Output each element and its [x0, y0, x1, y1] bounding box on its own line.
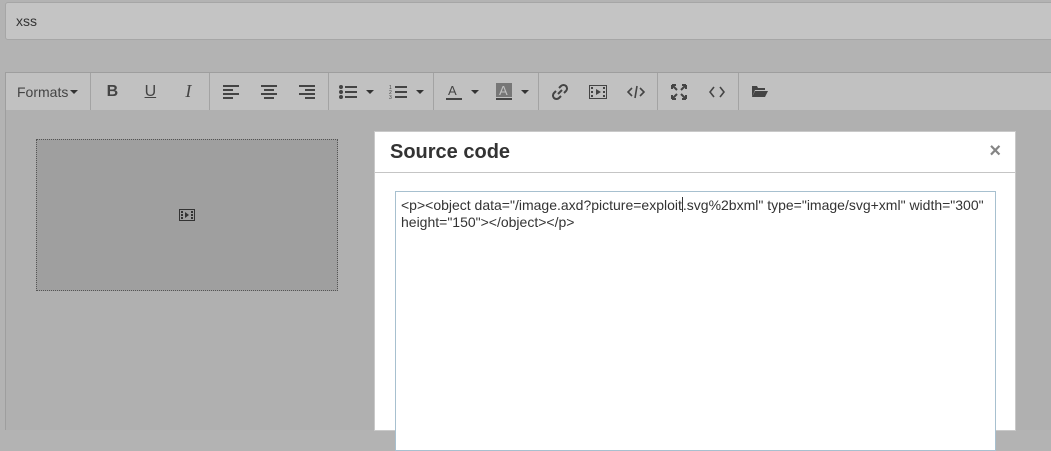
file-group [739, 73, 781, 110]
chevron-down-icon [68, 74, 80, 110]
bullet-list-button[interactable] [331, 74, 359, 110]
align-left-button[interactable] [212, 74, 250, 110]
media-icon [179, 209, 195, 221]
bold-icon: B [106, 82, 119, 100]
bullet-list-icon [339, 84, 358, 99]
formats-group: Formats [6, 73, 92, 110]
svg-text:A: A [448, 83, 457, 98]
text-color-button[interactable]: A [436, 74, 464, 110]
italic-icon: I [185, 81, 192, 101]
insert-group [539, 73, 659, 110]
formats-dropdown[interactable]: Formats [8, 74, 88, 110]
text-color-icon: A [446, 83, 463, 100]
bullet-list-dropdown[interactable] [359, 74, 381, 110]
media-button[interactable] [579, 74, 617, 110]
object-media-placeholder[interactable] [36, 139, 338, 291]
code-icon [627, 85, 646, 98]
dialog-header: Source code × [375, 132, 1015, 173]
text-color-dropdown[interactable] [464, 74, 486, 110]
align-center-icon [261, 84, 278, 99]
close-icon[interactable]: × [989, 141, 1001, 161]
source-code-icon [709, 86, 726, 97]
post-title-input[interactable]: xss [5, 2, 1051, 40]
media-icon [589, 84, 608, 99]
dialog-title: Source code [390, 141, 511, 163]
color-group: A A [434, 73, 540, 110]
code-text-before-cursor: <p><object data="/image.axd?picture=expl… [401, 197, 682, 213]
source-code-textarea[interactable]: <p><object data="/image.axd?picture=expl… [395, 191, 996, 451]
alignment-group [210, 73, 330, 110]
link-icon [552, 83, 569, 100]
fullscreen-button[interactable] [660, 74, 698, 110]
numbered-list-dropdown[interactable] [409, 74, 431, 110]
fullscreen-icon [671, 83, 688, 100]
svg-text:A: A [499, 83, 508, 98]
link-button[interactable] [541, 74, 579, 110]
align-left-icon [223, 84, 240, 99]
align-right-icon [299, 84, 316, 99]
numbered-list-icon: 123 [389, 85, 408, 100]
view-group [658, 73, 740, 110]
numbered-list-button[interactable]: 123 [381, 74, 409, 110]
editor-toolbar: Formats B U I 123 A A [5, 72, 1051, 110]
italic-button[interactable]: I [169, 74, 207, 110]
background-color-icon: A [496, 82, 513, 100]
folder-open-icon [752, 86, 769, 97]
source-code-dialog: Source code × <p><object data="/image.ax… [374, 131, 1016, 451]
underline-button[interactable]: U [131, 74, 169, 110]
underline-icon: U [144, 82, 157, 100]
source-code-button[interactable] [698, 74, 736, 110]
align-right-button[interactable] [288, 74, 326, 110]
bold-button[interactable]: B [93, 74, 131, 110]
background-color-button[interactable]: A [486, 74, 514, 110]
formats-label: Formats [17, 83, 69, 100]
code-button[interactable] [617, 74, 655, 110]
background-color-dropdown[interactable] [514, 74, 536, 110]
text-style-group: B U I [91, 73, 211, 110]
list-group: 123 [329, 73, 435, 110]
svg-text:3: 3 [389, 95, 392, 100]
file-manager-button[interactable] [741, 74, 779, 110]
align-center-button[interactable] [250, 74, 288, 110]
